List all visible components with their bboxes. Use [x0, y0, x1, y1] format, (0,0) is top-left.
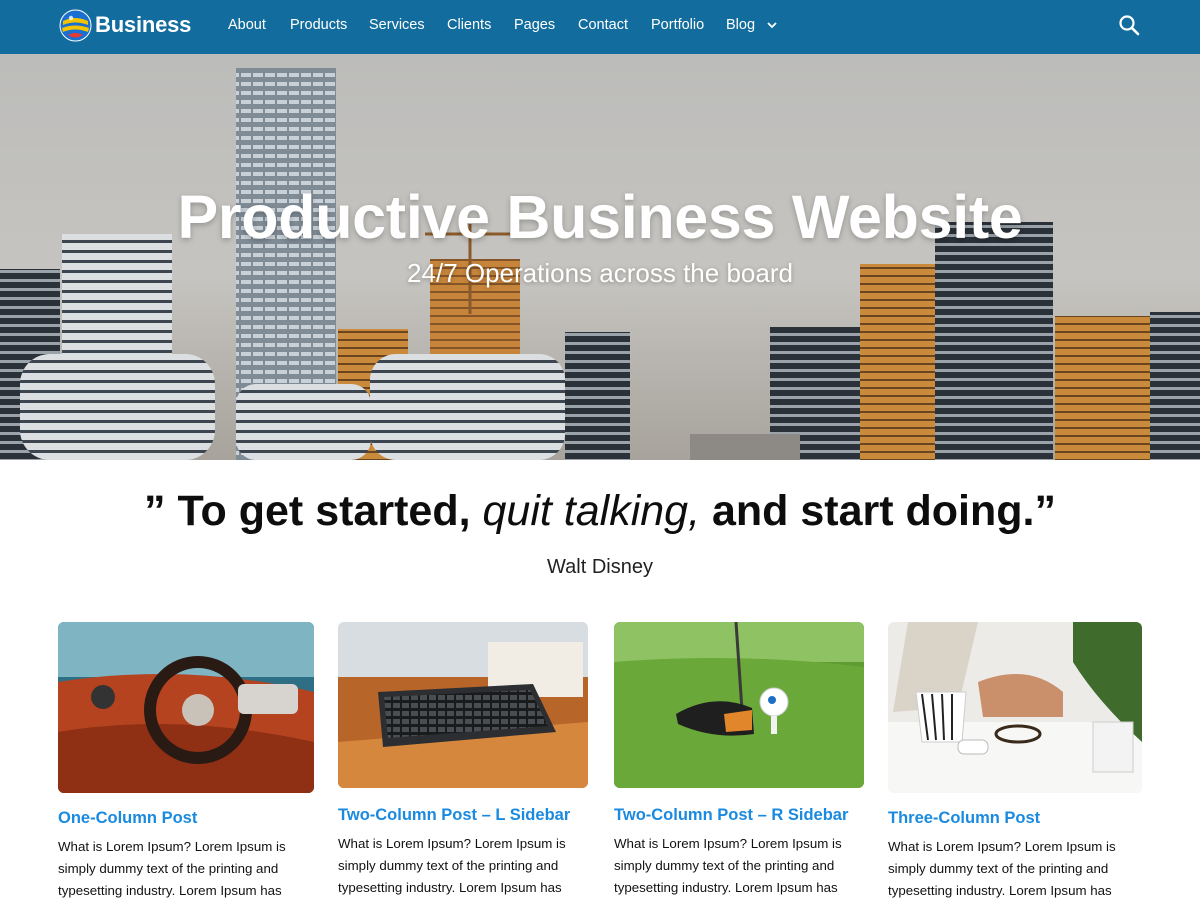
post-excerpt: What is Lorem Ipsum? Lorem Ipsum is simp… [58, 839, 286, 898]
nav-contact[interactable]: Contact [578, 17, 628, 33]
nav-blog[interactable]: Blog [726, 17, 755, 33]
quote-close-mark: ” [1034, 487, 1056, 535]
quote-part-1: To get started, [177, 487, 471, 535]
quote-part-2: quit talking, [482, 487, 701, 535]
quote-author: Walt Disney [547, 556, 653, 578]
quote-text: ” To get started, quit talking, and star… [0, 487, 1200, 536]
post-card: One-Column Post What is Lorem Ipsum? Lor… [58, 622, 314, 900]
top-navbar: Business About Products Services Clients… [0, 0, 1200, 54]
post-title-link[interactable]: Two-Column Post – R Sidebar [614, 806, 870, 825]
nav-portfolio[interactable]: Portfolio [651, 17, 704, 33]
chevron-down-icon[interactable] [766, 19, 778, 31]
hero-banner: Productive Business Website 24/7 Operati… [0, 54, 1200, 460]
post-excerpt: What is Lorem Ipsum? Lorem Ipsum is simp… [888, 839, 1116, 898]
nav-pages[interactable]: Pages [514, 17, 555, 33]
nav-clients[interactable]: Clients [447, 17, 491, 33]
post-thumbnail-coffee-desk[interactable] [888, 622, 1142, 793]
post-excerpt: What is Lorem Ipsum? Lorem Ipsum is simp… [338, 836, 566, 895]
hero-title: Productive Business Website [177, 183, 1023, 251]
post-thumbnail-golf[interactable] [614, 622, 864, 788]
city-skyline-image [0, 68, 1200, 460]
post-card: Three-Column Post What is Lorem Ipsum? L… [888, 622, 1144, 900]
nav-about[interactable]: About [228, 17, 266, 33]
quote-open-mark: ” [144, 487, 166, 535]
post-card: Two-Column Post – R Sidebar What is Lore… [614, 622, 870, 899]
post-title-link[interactable]: Three-Column Post [888, 809, 1144, 828]
search-icon[interactable] [1118, 14, 1140, 36]
post-title-link[interactable]: One-Column Post [58, 809, 314, 828]
hero-subtitle: 24/7 Operations across the board [407, 258, 793, 288]
quote-part-3: and start doing. [711, 487, 1035, 535]
post-title-link[interactable]: Two-Column Post – L Sidebar [338, 806, 594, 825]
logo-globe-icon[interactable] [59, 9, 92, 42]
post-thumbnail-keyboard[interactable] [338, 622, 588, 788]
post-thumbnail-car-interior[interactable] [58, 622, 314, 793]
post-card: Two-Column Post – L Sidebar What is Lore… [338, 622, 594, 899]
nav-products[interactable]: Products [290, 17, 347, 33]
brand-name[interactable]: Business [95, 12, 191, 38]
post-excerpt: What is Lorem Ipsum? Lorem Ipsum is simp… [614, 836, 842, 895]
nav-services[interactable]: Services [369, 17, 425, 33]
